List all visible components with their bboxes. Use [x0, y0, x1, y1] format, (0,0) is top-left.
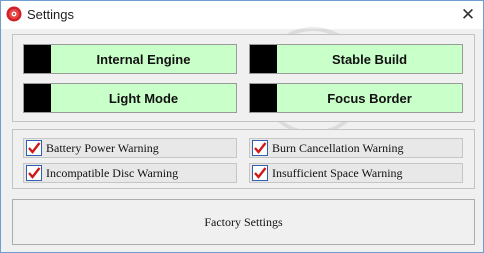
- checkbox-incompatible-disc-warning[interactable]: Incompatible Disc Warning: [23, 163, 237, 183]
- toggle-state-indicator: [250, 84, 277, 112]
- toggle-label: Stable Build: [331, 51, 408, 67]
- window-title: Settings: [27, 7, 74, 22]
- checkbox[interactable]: [26, 165, 42, 181]
- factory-settings-label: Factory Settings: [204, 214, 283, 229]
- checkbox-battery-power-warning[interactable]: Battery Power Warning: [23, 138, 237, 158]
- disc-icon: [6, 6, 22, 22]
- checkbox-label: Burn Cancellation Warning: [272, 141, 404, 155]
- checkbox[interactable]: [252, 140, 268, 156]
- checkmark-icon: [28, 142, 41, 154]
- toggle-state-indicator: [24, 45, 51, 73]
- checkbox-insufficient-space-warning[interactable]: Insufficient Space Warning: [249, 163, 463, 183]
- toggle-internal-engine[interactable]: Internal Engine: [23, 44, 237, 74]
- close-icon: ✕: [460, 5, 476, 24]
- toggle-state-indicator: [250, 45, 277, 73]
- checkbox-burn-cancellation-warning[interactable]: Burn Cancellation Warning: [249, 138, 463, 158]
- toggle-light-mode[interactable]: Light Mode: [23, 83, 237, 113]
- checkbox-label: Insufficient Space Warning: [272, 166, 403, 180]
- close-button[interactable]: ✕: [456, 4, 480, 26]
- toggle-label: Focus Border: [327, 90, 412, 106]
- toggle-state-indicator: [24, 84, 51, 112]
- checkmark-icon: [28, 167, 41, 179]
- title-bar: Settings ✕: [1, 1, 483, 29]
- checkmark-icon: [254, 142, 267, 154]
- toggle-label: Light Mode: [108, 90, 179, 106]
- checkmark-icon: [254, 167, 267, 179]
- toggle-stable-build[interactable]: Stable Build: [249, 44, 463, 74]
- toggle-label: Internal Engine: [96, 51, 191, 67]
- checkbox-label: Incompatible Disc Warning: [46, 166, 179, 180]
- settings-window: Settings ✕ Internal Engine Stable Build …: [0, 0, 484, 253]
- toggle-focus-border[interactable]: Focus Border: [249, 83, 463, 113]
- checkbox-label: Battery Power Warning: [46, 141, 159, 155]
- checkbox[interactable]: [26, 140, 42, 156]
- factory-settings-button[interactable]: Factory Settings: [12, 199, 475, 245]
- checkbox[interactable]: [252, 165, 268, 181]
